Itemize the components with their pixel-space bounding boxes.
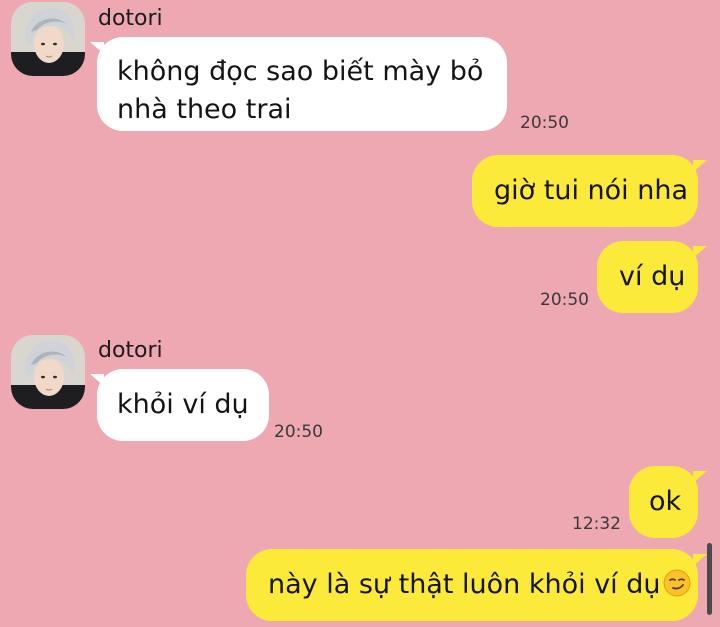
message-text: khỏi ví dụ <box>117 389 249 420</box>
message-text: ok <box>649 486 682 517</box>
message-bubble-incoming[interactable]: khỏi ví dụ <box>97 369 269 441</box>
message-time: 20:50 <box>520 113 569 133</box>
message-bubble-outgoing[interactable]: giờ tui nói nha <box>472 155 698 227</box>
message-time: 20:50 <box>274 422 323 442</box>
user-avatar-icon <box>11 2 85 76</box>
message-bubble-incoming[interactable]: không đọc sao biết mày bỏ nhà theo trai <box>97 37 507 131</box>
message-text: này là sự thật luôn khỏi ví dụ <box>268 569 661 600</box>
message-bubble-outgoing[interactable]: này là sự thật luôn khỏi ví dụ <box>246 549 698 621</box>
message-text-line: nhà theo trai <box>117 94 292 125</box>
scrollbar[interactable] <box>707 543 712 615</box>
message-time: 20:50 <box>540 290 589 310</box>
bubble-tail <box>693 246 707 258</box>
sender-name: dotori <box>98 6 163 31</box>
message-text: giờ tui nói nha <box>494 175 689 206</box>
bubble-tail <box>693 554 707 566</box>
message-text: ví dụ <box>619 261 686 292</box>
chat-area: dotori không đọc sao biết mày bỏ nhà the… <box>0 0 720 627</box>
sender-name: dotori <box>98 338 163 363</box>
smirking-face-icon <box>663 569 691 608</box>
message-bubble-outgoing[interactable]: ok <box>629 466 698 538</box>
user-avatar-icon <box>11 335 85 409</box>
avatar[interactable] <box>11 335 85 409</box>
message-text-line: không đọc sao biết mày bỏ <box>117 56 484 87</box>
bubble-tail <box>693 471 707 483</box>
bubble-tail <box>693 160 707 172</box>
message-time: 12:32 <box>572 514 621 534</box>
message-bubble-outgoing[interactable]: ví dụ <box>597 241 698 313</box>
avatar[interactable] <box>11 2 85 76</box>
